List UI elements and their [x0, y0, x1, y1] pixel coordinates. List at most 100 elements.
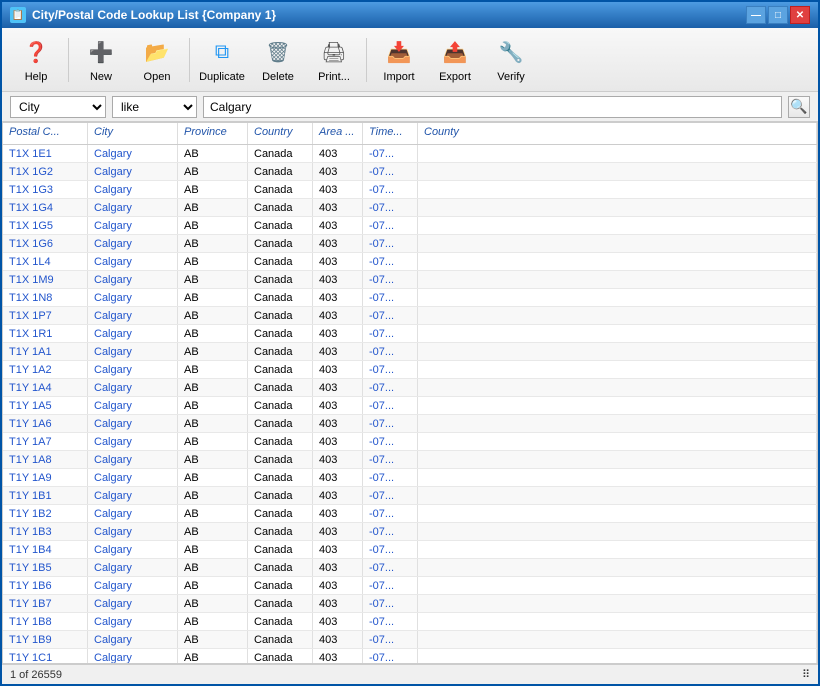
table-cell-province: AB: [178, 343, 248, 360]
table-cell-country: Canada: [248, 559, 313, 576]
table-cell-province: AB: [178, 397, 248, 414]
filter-search-button[interactable]: 🔍: [788, 96, 810, 118]
table-row[interactable]: T1Y 1B1CalgaryABCanada403-07...: [3, 487, 817, 505]
table-cell-country: Canada: [248, 397, 313, 414]
table-row[interactable]: T1X 1M9CalgaryABCanada403-07...: [3, 271, 817, 289]
table-row[interactable]: T1X 1G2CalgaryABCanada403-07...: [3, 163, 817, 181]
table-row[interactable]: T1Y 1B2CalgaryABCanada403-07...: [3, 505, 817, 523]
col-header-area[interactable]: Area ...: [313, 123, 363, 144]
table-cell-time: -07...: [363, 595, 418, 612]
table-cell-province: AB: [178, 271, 248, 288]
table-cell-time: -07...: [363, 235, 418, 252]
table-cell-county: [418, 505, 817, 522]
col-header-time[interactable]: Time...: [363, 123, 418, 144]
table-row[interactable]: T1Y 1B3CalgaryABCanada403-07...: [3, 523, 817, 541]
toolbar-new-button[interactable]: ➕New: [75, 33, 127, 87]
table-cell-province: AB: [178, 307, 248, 324]
table-row[interactable]: T1Y 1A5CalgaryABCanada403-07...: [3, 397, 817, 415]
table-row[interactable]: T1Y 1B8CalgaryABCanada403-07...: [3, 613, 817, 631]
toolbar-export-button[interactable]: 📤Export: [429, 33, 481, 87]
toolbar-separator-0: [68, 38, 69, 82]
toolbar-duplicate-button[interactable]: ⧉Duplicate: [196, 33, 248, 87]
table-row[interactable]: T1Y 1A7CalgaryABCanada403-07...: [3, 433, 817, 451]
table-cell-county: [418, 145, 817, 162]
toolbar-print-button[interactable]: 🖨Print...: [308, 33, 360, 87]
table-row[interactable]: T1X 1E1CalgaryABCanada403-07...: [3, 145, 817, 163]
filter-value-input[interactable]: [203, 96, 782, 118]
table-row[interactable]: T1Y 1A1CalgaryABCanada403-07...: [3, 343, 817, 361]
toolbar-help-button[interactable]: ❓Help: [10, 33, 62, 87]
table-cell-city: Calgary: [88, 613, 178, 630]
table-body: T1X 1E1CalgaryABCanada403-07...T1X 1G2Ca…: [3, 145, 817, 663]
col-header-county[interactable]: County: [418, 123, 817, 144]
col-header-province[interactable]: Province: [178, 123, 248, 144]
table-cell-province: AB: [178, 451, 248, 468]
col-header-city[interactable]: City: [88, 123, 178, 144]
table-row[interactable]: T1X 1G5CalgaryABCanada403-07...: [3, 217, 817, 235]
table-row[interactable]: T1X 1L4CalgaryABCanada403-07...: [3, 253, 817, 271]
table-row[interactable]: T1X 1G3CalgaryABCanada403-07...: [3, 181, 817, 199]
table-cell-time: -07...: [363, 577, 418, 594]
maximize-button[interactable]: □: [768, 6, 788, 24]
table-cell-country: Canada: [248, 433, 313, 450]
table-cell-country: Canada: [248, 325, 313, 342]
table-cell-country: Canada: [248, 595, 313, 612]
table-row[interactable]: T1Y 1A4CalgaryABCanada403-07...: [3, 379, 817, 397]
close-button[interactable]: ✕: [790, 6, 810, 24]
table-cell-county: [418, 271, 817, 288]
table-row[interactable]: T1Y 1B5CalgaryABCanada403-07...: [3, 559, 817, 577]
toolbar-import-button[interactable]: 📥Import: [373, 33, 425, 87]
toolbar-open-button[interactable]: 📂Open: [131, 33, 183, 87]
table-row[interactable]: T1X 1N8CalgaryABCanada403-07...: [3, 289, 817, 307]
table-cell-city: Calgary: [88, 541, 178, 558]
table-cell-postal: T1X 1P7: [3, 307, 88, 324]
table-row[interactable]: T1Y 1A9CalgaryABCanada403-07...: [3, 469, 817, 487]
table-cell-province: AB: [178, 325, 248, 342]
table-cell-province: AB: [178, 613, 248, 630]
toolbar-delete-button[interactable]: 🗑Delete: [252, 33, 304, 87]
toolbar-verify-button[interactable]: 🔧Verify: [485, 33, 537, 87]
minimize-button[interactable]: —: [746, 6, 766, 24]
col-header-postal[interactable]: Postal C...: [3, 123, 88, 144]
table-row[interactable]: T1Y 1B6CalgaryABCanada403-07...: [3, 577, 817, 595]
table-cell-time: -07...: [363, 199, 418, 216]
table-cell-postal: T1X 1M9: [3, 271, 88, 288]
table-cell-time: -07...: [363, 145, 418, 162]
table-cell-time: -07...: [363, 451, 418, 468]
table-row[interactable]: T1X 1R1CalgaryABCanada403-07...: [3, 325, 817, 343]
table-row[interactable]: T1Y 1A8CalgaryABCanada403-07...: [3, 451, 817, 469]
table-cell-time: -07...: [363, 325, 418, 342]
table-row[interactable]: T1Y 1C1CalgaryABCanada403-07...: [3, 649, 817, 663]
toolbar: ❓Help➕New📂Open⧉Duplicate🗑Delete🖨Print...…: [2, 28, 818, 92]
table-row[interactable]: T1Y 1B4CalgaryABCanada403-07...: [3, 541, 817, 559]
table-cell-time: -07...: [363, 559, 418, 576]
table-row[interactable]: T1X 1P7CalgaryABCanada403-07...: [3, 307, 817, 325]
filter-operator-select[interactable]: like = != starts with ends with: [112, 96, 197, 118]
export-label: Export: [439, 71, 471, 83]
table-cell-county: [418, 487, 817, 504]
table-cell-city: Calgary: [88, 523, 178, 540]
new-label: New: [90, 71, 112, 83]
table-cell-area: 403: [313, 523, 363, 540]
table-cell-postal: T1X 1G3: [3, 181, 88, 198]
table-cell-city: Calgary: [88, 307, 178, 324]
table-row[interactable]: T1X 1G6CalgaryABCanada403-07...: [3, 235, 817, 253]
table-cell-postal: T1Y 1B7: [3, 595, 88, 612]
col-header-country[interactable]: Country: [248, 123, 313, 144]
table-cell-postal: T1Y 1A8: [3, 451, 88, 468]
table-cell-county: [418, 577, 817, 594]
table-row[interactable]: T1Y 1A2CalgaryABCanada403-07...: [3, 361, 817, 379]
window-title: City/Postal Code Lookup List {Company 1}: [32, 8, 276, 22]
table-cell-province: AB: [178, 469, 248, 486]
table-row[interactable]: T1X 1G4CalgaryABCanada403-07...: [3, 199, 817, 217]
table-cell-postal: T1Y 1A4: [3, 379, 88, 396]
table-cell-time: -07...: [363, 487, 418, 504]
table-row[interactable]: T1Y 1B7CalgaryABCanada403-07...: [3, 595, 817, 613]
table-row[interactable]: T1Y 1B9CalgaryABCanada403-07...: [3, 631, 817, 649]
table-cell-county: [418, 379, 817, 396]
filter-field-select[interactable]: City Postal Code Province Country Area C…: [10, 96, 106, 118]
table-cell-city: Calgary: [88, 559, 178, 576]
table-cell-country: Canada: [248, 451, 313, 468]
table-row[interactable]: T1Y 1A6CalgaryABCanada403-07...: [3, 415, 817, 433]
table-cell-postal: T1Y 1A9: [3, 469, 88, 486]
